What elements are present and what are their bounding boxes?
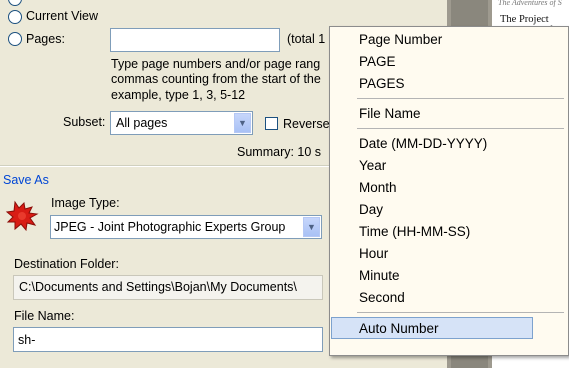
- menu-item-minute[interactable]: Minute: [330, 265, 568, 287]
- pages-help-line-2: commas counting from the start of the: [111, 72, 321, 86]
- subset-value: All pages: [116, 116, 168, 130]
- menu-separator: [357, 312, 564, 313]
- pages-total-label: (total 1: [287, 32, 326, 46]
- menu-item-day[interactable]: Day: [330, 199, 568, 221]
- subset-label: Subset:: [63, 115, 106, 129]
- menu-item-time-hh-mm-ss[interactable]: Time (HH-MM-SS): [330, 221, 568, 243]
- chevron-down-icon[interactable]: ▼: [234, 113, 251, 133]
- image-type-value: JPEG - Joint Photographic Experts Group: [54, 220, 286, 234]
- destination-folder-value: C:\Documents and Settings\Bojan\My Docum…: [19, 280, 297, 294]
- pages-help-line-3: example, type 1, 3, 5-12: [111, 88, 246, 102]
- menu-separator: [357, 98, 564, 99]
- pages-label: Pages:: [26, 32, 65, 46]
- red-splat-icon: [5, 199, 41, 233]
- summary-text: Summary: 10 s: [237, 145, 322, 159]
- preview-header: The Adventures of S: [498, 0, 562, 7]
- menu-item-file-name[interactable]: File Name: [330, 103, 568, 125]
- image-type-label: Image Type:: [51, 196, 120, 210]
- insert-field-context-menu: Page Number PAGE PAGES File Name Date (MM-DD…: [329, 26, 569, 356]
- pages-input[interactable]: [110, 28, 280, 52]
- reverse-label: Reverse: [283, 117, 330, 131]
- menu-item-year[interactable]: Year: [330, 155, 568, 177]
- file-name-input[interactable]: sh-: [13, 327, 323, 352]
- menu-item-hour[interactable]: Hour: [330, 243, 568, 265]
- radio-all-pages[interactable]: [8, 0, 22, 6]
- current-view-label: Current View: [26, 9, 99, 23]
- radio-pages[interactable]: [8, 32, 22, 46]
- menu-item-page-number[interactable]: Page Number: [330, 29, 568, 51]
- menu-separator: [357, 128, 564, 129]
- subset-dropdown[interactable]: All pages ▼: [110, 111, 253, 135]
- destination-folder-field[interactable]: C:\Documents and Settings\Bojan\My Docum…: [13, 275, 323, 300]
- menu-item-page[interactable]: PAGE: [330, 51, 568, 73]
- pages-help-line-1: Type page numbers and/or page rang: [111, 57, 321, 71]
- radio-current-view[interactable]: [8, 10, 22, 24]
- menu-item-pages[interactable]: PAGES: [330, 73, 568, 95]
- menu-item-month[interactable]: Month: [330, 177, 568, 199]
- file-name-value: sh-: [18, 333, 36, 347]
- reverse-checkbox[interactable]: [265, 117, 278, 130]
- file-name-label: File Name:: [14, 309, 75, 323]
- save-as-section-title: Save As: [3, 173, 49, 187]
- preview-text-line: The Project: [500, 14, 549, 25]
- chevron-down-icon[interactable]: ▼: [303, 217, 320, 237]
- destination-folder-label: Destination Folder:: [14, 257, 119, 271]
- menu-item-second[interactable]: Second: [330, 287, 568, 309]
- menu-item-auto-number[interactable]: Auto Number: [331, 317, 533, 339]
- image-type-dropdown[interactable]: JPEG - Joint Photographic Experts Group …: [50, 215, 322, 239]
- menu-item-date-mm-dd-yyyy[interactable]: Date (MM-DD-YYYY): [330, 133, 568, 155]
